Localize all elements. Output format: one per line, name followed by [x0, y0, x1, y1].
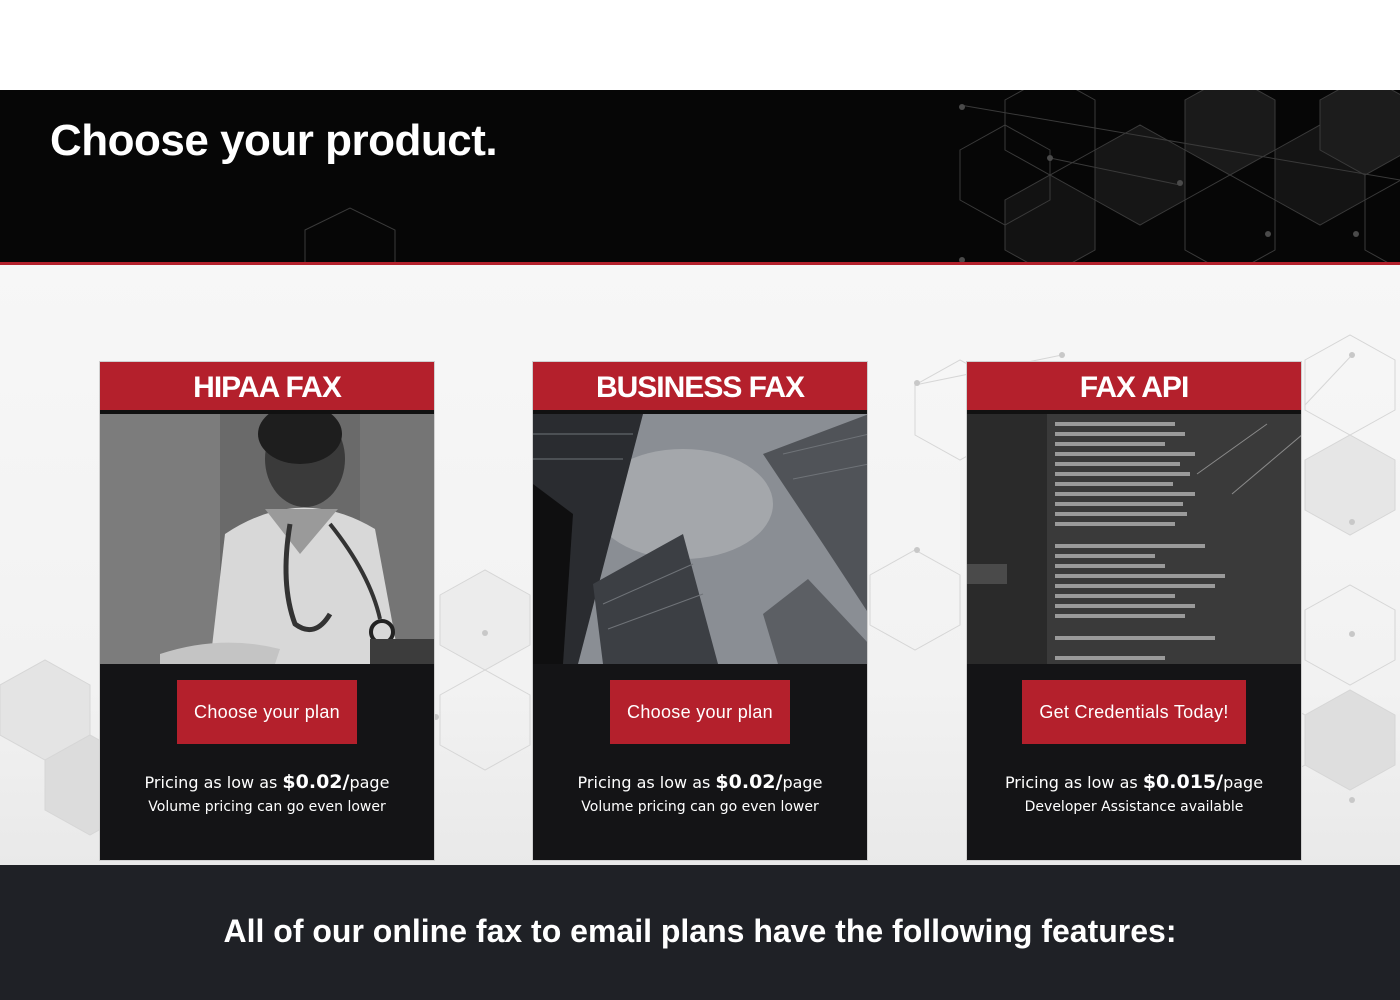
pricing-value: $0.02/ [282, 771, 350, 793]
pricing-note: Volume pricing can go even lower [148, 799, 386, 815]
pricing-text: Pricing as low as $0.02/page [100, 771, 434, 793]
card-title: HIPAA FAX [100, 362, 434, 414]
choose-plan-button[interactable]: Choose your plan [177, 680, 357, 744]
product-card-business-fax: BUSINESS FAX Choose your plan Pricing as… [532, 361, 868, 861]
pricing-note: Volume pricing can go even lower [581, 799, 819, 815]
hero-banner: Choose your product. [0, 90, 1400, 265]
pricing-unit: page [1223, 773, 1264, 792]
product-card-hipaa-fax: HIPAA FAX Choose your plan Pricing as lo… [99, 361, 435, 861]
pricing-value: $0.02/ [715, 771, 783, 793]
choose-plan-button[interactable]: Choose your plan [610, 680, 790, 744]
features-heading: All of our online fax to email plans hav… [223, 913, 1177, 949]
products-section: HIPAA FAX Choose your plan Pricing as lo… [0, 265, 1400, 865]
skyscrapers-photo [533, 414, 867, 664]
product-card-fax-api: FAX API Get Credentials Today! Pricing a… [966, 361, 1302, 861]
pricing-prefix: Pricing as low as [1004, 773, 1143, 792]
pricing-value: $0.015/ [1142, 771, 1224, 793]
code-screen-photo [967, 414, 1301, 664]
nurse-with-stethoscope-photo [100, 414, 434, 664]
page-title: Choose your product. [50, 116, 498, 165]
pricing-unit: page [349, 773, 390, 792]
card-title: FAX API [967, 362, 1301, 414]
pricing-unit: page [782, 773, 823, 792]
features-section: All of our online fax to email plans hav… [0, 865, 1400, 1000]
get-credentials-button[interactable]: Get Credentials Today! [1022, 680, 1246, 744]
pricing-text: Pricing as low as $0.02/page [533, 771, 867, 793]
pricing-text: Pricing as low as $0.015/page [967, 771, 1301, 793]
pricing-note: Developer Assistance available [1024, 799, 1244, 815]
pricing-prefix: Pricing as low as [144, 773, 283, 792]
top-bar [0, 0, 1400, 90]
pricing-prefix: Pricing as low as [577, 773, 716, 792]
card-title: BUSINESS FAX [533, 362, 867, 414]
